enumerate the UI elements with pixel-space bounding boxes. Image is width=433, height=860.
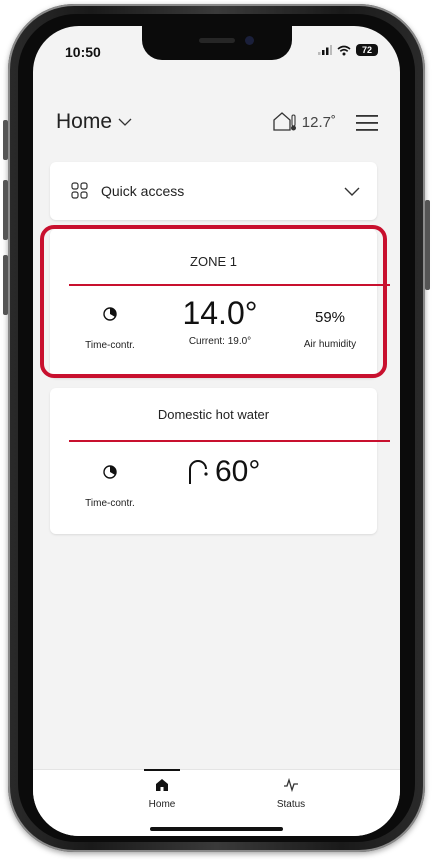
- zone-mode-label: Time-contr.: [85, 340, 135, 351]
- nav-label-home: Home: [148, 799, 176, 810]
- zone-setpoint-value: 14.0°: [182, 295, 258, 331]
- camera: [245, 36, 254, 45]
- status-icons: 72: [318, 44, 378, 56]
- zone-title: ZONE 1: [190, 254, 237, 269]
- outdoor-temperature[interactable]: 12.7˚: [272, 112, 336, 132]
- signal-icon: [318, 45, 332, 55]
- dhw-card[interactable]: Domestic hot water Time-contr. 60°: [50, 388, 390, 534]
- zone-humidity-value: 59%: [314, 309, 346, 326]
- zone-humidity-label: Air humidity: [303, 339, 357, 350]
- home-selector[interactable]: Home: [56, 110, 132, 134]
- dhw-mode-label: Time-contr.: [85, 498, 135, 509]
- dhw-setpoint-value: 60°: [215, 455, 261, 488]
- outdoor-temp-value: 12.7˚: [301, 113, 336, 131]
- volume-down-button: [3, 255, 8, 315]
- zone-humidity: 59% Air humidity: [290, 309, 370, 350]
- dhw-title: Domestic hot water: [157, 407, 270, 422]
- dhw-setpoint[interactable]: 60°: [187, 455, 297, 489]
- activity-icon: [284, 777, 298, 793]
- page: 10:50 72 Home 12.7˚ Quick access ZONE 1 …: [0, 0, 433, 860]
- dhw-divider: [69, 440, 390, 442]
- home-icon: [156, 779, 168, 791]
- nav-label-status: Status: [276, 799, 306, 810]
- nav-item-home[interactable]: Home: [132, 778, 192, 810]
- dhw-mode[interactable]: Time-contr.: [70, 465, 150, 509]
- clock-icon: [103, 307, 117, 321]
- house-thermometer-icon: [273, 112, 296, 131]
- grid-icon: [71, 182, 88, 199]
- nav-item-status[interactable]: Status: [261, 777, 321, 810]
- zone-mode[interactable]: Time-contr.: [70, 307, 150, 351]
- wifi-icon: [337, 45, 351, 55]
- zone-divider: [69, 284, 390, 286]
- volume-up-button: [3, 180, 8, 240]
- quick-access-card[interactable]: Quick access: [50, 162, 377, 220]
- header: Home 12.7˚: [33, 102, 400, 142]
- clock-icon: [103, 465, 117, 479]
- bottom-nav: Home Status: [33, 769, 400, 836]
- home-indicator[interactable]: [150, 827, 283, 831]
- chevron-down-icon[interactable]: [344, 187, 360, 197]
- zone-current-temp: Current: 19.0°: [188, 336, 252, 347]
- status-time: 10:50: [65, 44, 101, 60]
- quick-access-label: Quick access: [101, 183, 185, 199]
- active-tab-indicator: [144, 769, 180, 771]
- mute-switch: [3, 120, 8, 160]
- power-button: [425, 200, 430, 290]
- speaker: [199, 38, 235, 43]
- zone-card[interactable]: ZONE 1 Time-contr. 14.0° Current: 19.0° …: [50, 229, 390, 378]
- app-screen: 10:50 72 Home 12.7˚ Quick access ZONE 1 …: [33, 26, 400, 836]
- page-title: Home: [56, 110, 113, 133]
- tap-icon: [189, 460, 208, 484]
- menu-icon[interactable]: [356, 114, 378, 132]
- battery-icon: 72: [356, 44, 378, 56]
- notch: [142, 26, 292, 60]
- zone-setpoint[interactable]: 14.0° Current: 19.0°: [165, 295, 275, 347]
- chevron-down-icon: [118, 118, 132, 126]
